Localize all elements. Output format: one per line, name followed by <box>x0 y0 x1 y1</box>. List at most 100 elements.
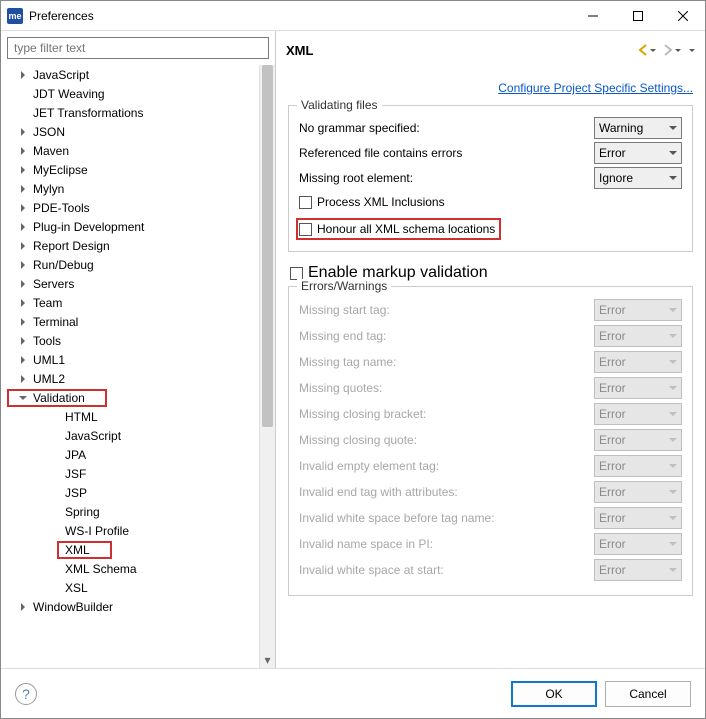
error-warning-select: Error <box>594 377 682 399</box>
tree-item[interactable]: JET Transformations <box>1 103 275 122</box>
tree-item[interactable]: XML <box>1 540 275 559</box>
chevron-right-icon[interactable] <box>15 128 31 136</box>
tree-item[interactable]: XSL <box>1 578 275 597</box>
error-warning-select: Error <box>594 429 682 451</box>
tree-item[interactable]: JavaScript <box>1 65 275 84</box>
tree-item[interactable]: Spring <box>1 502 275 521</box>
enable-markup-checkbox[interactable] <box>290 267 303 280</box>
tree-item[interactable]: JPA <box>1 445 275 464</box>
tree-scrollbar[interactable]: ▴ ▾ <box>259 65 275 668</box>
error-warning-value: Error <box>599 459 626 473</box>
error-warning-select: Error <box>594 299 682 321</box>
chevron-right-icon[interactable] <box>15 166 31 174</box>
validating-files-group: Validating files No grammar specified: W… <box>288 105 693 252</box>
tree-item[interactable]: JSON <box>1 122 275 141</box>
page-title: XML <box>286 43 313 58</box>
tree-item[interactable]: XML Schema <box>1 559 275 578</box>
errors-warnings-legend: Errors/Warnings <box>297 279 391 293</box>
scroll-down-icon[interactable]: ▾ <box>260 652 275 668</box>
maximize-button[interactable] <box>615 1 660 31</box>
honour-schema-checkbox[interactable] <box>299 223 312 236</box>
minimize-button[interactable] <box>570 1 615 31</box>
chevron-right-icon[interactable] <box>15 147 31 155</box>
tree-item-label: XML Schema <box>63 562 139 576</box>
nav-back-menu-icon[interactable] <box>650 41 656 59</box>
chevron-right-icon[interactable] <box>15 299 31 307</box>
tree-item[interactable]: Mylyn <box>1 179 275 198</box>
error-warning-value: Error <box>599 485 626 499</box>
tree-item-label: WindowBuilder <box>31 600 115 614</box>
tree-item[interactable]: Terminal <box>1 312 275 331</box>
tree-item[interactable]: Plug-in Development <box>1 217 275 236</box>
tree-item[interactable]: Team <box>1 293 275 312</box>
tree-item[interactable]: UML1 <box>1 350 275 369</box>
error-warning-label: Invalid end tag with attributes: <box>299 485 594 499</box>
nav-back-button[interactable] <box>635 39 658 61</box>
filter-container <box>7 37 269 59</box>
tree-item-label: Tools <box>31 334 63 348</box>
error-warning-row: Invalid end tag with attributes: Error <box>299 481 682 503</box>
nav-view-menu-icon[interactable] <box>689 41 695 59</box>
tree-item[interactable]: HTML <box>1 407 275 426</box>
chevron-right-icon[interactable] <box>15 337 31 345</box>
chevron-down-icon <box>669 149 677 157</box>
tree-item[interactable]: Validation <box>1 388 275 407</box>
missing-root-select[interactable]: Ignore <box>594 167 682 189</box>
chevron-right-icon[interactable] <box>15 261 31 269</box>
preferences-tree[interactable]: JavaScriptJDT WeavingJET Transformations… <box>1 65 275 668</box>
cancel-button[interactable]: Cancel <box>605 681 691 707</box>
scroll-thumb[interactable] <box>262 65 273 427</box>
chevron-right-icon[interactable] <box>15 223 31 231</box>
tree-item[interactable]: UML2 <box>1 369 275 388</box>
error-warning-label: Missing closing bracket: <box>299 407 594 421</box>
chevron-down-icon[interactable] <box>15 394 31 402</box>
chevron-right-icon[interactable] <box>15 242 31 250</box>
tree-item[interactable]: WindowBuilder <box>1 597 275 616</box>
tree-item[interactable]: JDT Weaving <box>1 84 275 103</box>
tree-item[interactable]: Maven <box>1 141 275 160</box>
chevron-right-icon[interactable] <box>15 603 31 611</box>
config-link-row: Configure Project Specific Settings... <box>286 79 693 97</box>
tree-item[interactable]: PDE-Tools <box>1 198 275 217</box>
title-bar: me Preferences <box>1 1 705 31</box>
tree-item-label: HTML <box>63 410 100 424</box>
chevron-right-icon[interactable] <box>15 204 31 212</box>
ok-button[interactable]: OK <box>511 681 597 707</box>
tree-item-label: Mylyn <box>31 182 66 196</box>
tree-item[interactable]: JavaScript <box>1 426 275 445</box>
error-warning-row: Invalid empty element tag:Error <box>299 455 682 477</box>
chevron-right-icon[interactable] <box>15 318 31 326</box>
right-header: XML <box>286 37 695 63</box>
tree-item[interactable]: JSP <box>1 483 275 502</box>
honour-schema-label: Honour all XML schema locations <box>317 222 495 236</box>
chevron-right-icon[interactable] <box>15 375 31 383</box>
chevron-right-icon[interactable] <box>15 71 31 79</box>
configure-project-specific-link[interactable]: Configure Project Specific Settings... <box>498 81 693 95</box>
error-warning-select: Error <box>594 481 682 503</box>
chevron-down-icon <box>669 488 677 496</box>
tree-item[interactable]: Tools <box>1 331 275 350</box>
missing-root-value: Ignore <box>599 171 633 185</box>
error-warning-value: Error <box>599 433 626 447</box>
close-button[interactable] <box>660 1 705 31</box>
referenced-errors-select[interactable]: Error <box>594 142 682 164</box>
tree-item[interactable]: JSF <box>1 464 275 483</box>
filter-input[interactable] <box>7 37 269 59</box>
no-grammar-select[interactable]: Warning <box>594 117 682 139</box>
chevron-right-icon[interactable] <box>15 185 31 193</box>
chevron-right-icon[interactable] <box>15 280 31 288</box>
help-button[interactable]: ? <box>15 683 37 705</box>
chevron-down-icon <box>669 410 677 418</box>
tree-item[interactable]: Run/Debug <box>1 255 275 274</box>
errors-warnings-group: Errors/Warnings Missing start tag:ErrorM… <box>288 286 693 596</box>
tree-item[interactable]: Report Design <box>1 236 275 255</box>
nav-forward-button[interactable] <box>660 39 683 61</box>
nav-forward-menu-icon[interactable] <box>675 41 681 59</box>
tree-item[interactable]: MyEclipse <box>1 160 275 179</box>
tree-item[interactable]: WS-I Profile <box>1 521 275 540</box>
error-warning-value: Error <box>599 303 626 317</box>
process-xml-inclusions-checkbox[interactable] <box>299 196 312 209</box>
process-xml-inclusions-row: Process XML Inclusions <box>299 192 682 212</box>
tree-item[interactable]: Servers <box>1 274 275 293</box>
chevron-right-icon[interactable] <box>15 356 31 364</box>
